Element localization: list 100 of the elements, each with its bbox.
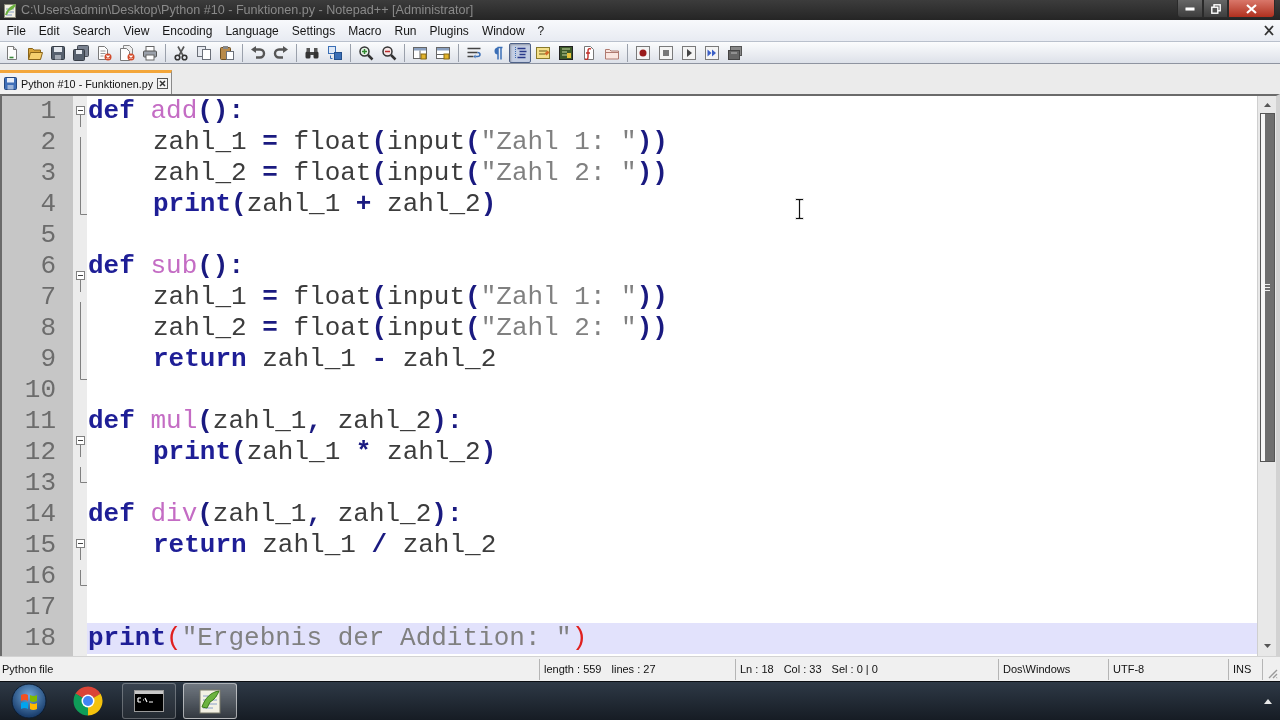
line-number: 1 [40, 97, 56, 126]
status-text: UTF-8 [1113, 663, 1145, 675]
line-number: 14 [24, 500, 56, 529]
status-text: lines : 27 [611, 663, 656, 675]
status-text: Sel : 0 | 0 [831, 663, 878, 675]
fold-minus-icon[interactable] [76, 271, 85, 292]
code-line: zahl_1 = float(input("Zahl 1: ")) [153, 282, 668, 313]
code-line: print(zahl_1 + zahl_2) [153, 189, 497, 220]
fold-end-icon [80, 364, 87, 380]
line-number: 8 [40, 314, 56, 343]
minimize-icon [1185, 6, 1195, 11]
caret-up-icon [1263, 102, 1271, 107]
menu-item[interactable]: Encoding [155, 21, 219, 40]
menu-item[interactable]: Window [475, 21, 532, 40]
stacked-floppy-button[interactable] [70, 42, 92, 63]
menu-item[interactable]: Run [388, 21, 423, 40]
fast-forward-icon [704, 44, 720, 61]
code-editor[interactable] [87, 96, 1257, 656]
menu-item[interactable]: ? [531, 21, 551, 40]
caret-down-icon [1263, 643, 1271, 648]
line-number: 3 [40, 159, 56, 188]
notepad-icon [3, 2, 17, 18]
status-text: Col : 33 [783, 663, 822, 675]
panel-lines-icon [558, 44, 574, 61]
window-title: C:\Users\admin\Desktop\Python #10 - Funktionen.py - Notepad++ [Administrator] [21, 3, 474, 17]
note-pencil-icon [535, 44, 551, 61]
line-number: 2 [40, 128, 56, 157]
menu-item[interactable]: View [117, 21, 156, 40]
fold-end-icon [80, 570, 87, 586]
code-line: print("Ergebnis der Addition: ") [88, 623, 588, 654]
code-line: def div(zahl_1, zahl_2): [88, 499, 463, 530]
menu-item[interactable]: File [0, 21, 33, 40]
function-page-icon [581, 44, 597, 61]
indent-lines-button[interactable] [509, 42, 531, 63]
line-number: 5 [40, 221, 56, 250]
blank-page-icon [4, 44, 20, 61]
scrollbar[interactable] [1257, 96, 1276, 656]
line-number: 12 [24, 438, 56, 467]
close-button[interactable] [1228, 0, 1275, 18]
line-number: 9 [40, 345, 56, 374]
line-number: 10 [24, 376, 56, 405]
zoom-out-icon [381, 44, 397, 61]
line-number: 17 [24, 593, 56, 622]
status-text: Ln : 18 [740, 663, 774, 675]
code-line: return zahl_1 - zahl_2 [153, 344, 497, 375]
line-number: 16 [24, 562, 56, 591]
window-panes-icon [435, 44, 451, 61]
text-cursor-icon [795, 198, 804, 220]
scissors-icon [173, 44, 189, 61]
zoom-in-icon [358, 44, 374, 61]
undo-arrow-icon [250, 44, 266, 61]
menu-item[interactable]: Language [218, 21, 286, 40]
close-document-button[interactable] [1263, 24, 1275, 37]
line-number: 15 [24, 531, 56, 560]
menu-item[interactable]: Search [66, 21, 118, 40]
fold-minus-icon[interactable] [76, 106, 85, 127]
menu-item[interactable]: Settings [285, 21, 342, 40]
terminal-icon [134, 690, 164, 712]
menu-item[interactable]: Plugins [423, 21, 476, 40]
stacked-floppy-icon [73, 44, 89, 61]
stop-icon [658, 44, 674, 61]
code-line: return zahl_1 / zahl_2 [153, 530, 497, 561]
code-line: zahl_2 = float(input("Zahl 2: ")) [153, 158, 668, 189]
window-panes-icon [412, 44, 428, 61]
minimize-button[interactable] [1177, 0, 1203, 18]
clipboard-icon [219, 44, 235, 61]
restore-button[interactable] [1203, 0, 1228, 18]
record-icon [635, 44, 651, 61]
line-number: 4 [40, 190, 56, 219]
fold-minus-icon[interactable] [76, 436, 85, 457]
status-text: Python file [2, 663, 54, 675]
tab[interactable]: Python #10 - Funktionen.py [0, 70, 172, 94]
stacked-pages-x-icon [119, 44, 135, 61]
fold-minus-icon[interactable] [76, 539, 85, 560]
close-icon [1264, 25, 1274, 36]
line-number: 7 [40, 283, 56, 312]
resize-grip-icon[interactable] [1266, 667, 1278, 679]
status-text: length : 559 [544, 663, 602, 675]
redo-arrow-icon [273, 44, 289, 61]
code-line: def sub(): [88, 251, 245, 282]
code-line: print(zahl_1 * zahl_2) [153, 437, 497, 468]
caret-up-icon[interactable] [1264, 698, 1272, 704]
line-number: 13 [24, 469, 56, 498]
code-line: def mul(zahl_1, zahl_2): [88, 406, 463, 437]
line-number: 18 [24, 624, 56, 653]
close-icon[interactable] [157, 78, 169, 89]
two-squares-icon [327, 44, 343, 61]
status-text: INS [1233, 663, 1252, 675]
scrollbar-thumb[interactable] [1259, 113, 1275, 462]
status-text: Dos\Windows [1003, 663, 1071, 675]
menu-item[interactable]: Macro [341, 21, 388, 40]
menu-item[interactable]: Edit [32, 21, 67, 40]
play-icon [681, 44, 697, 61]
fold-end-icon [80, 467, 87, 483]
line-number: 11 [24, 407, 56, 436]
taskbar-button[interactable] [122, 683, 176, 719]
restore-icon [1210, 3, 1221, 14]
floppy-icon [4, 77, 17, 90]
taskbar-button[interactable] [183, 683, 237, 719]
fold-end-icon [80, 199, 87, 215]
